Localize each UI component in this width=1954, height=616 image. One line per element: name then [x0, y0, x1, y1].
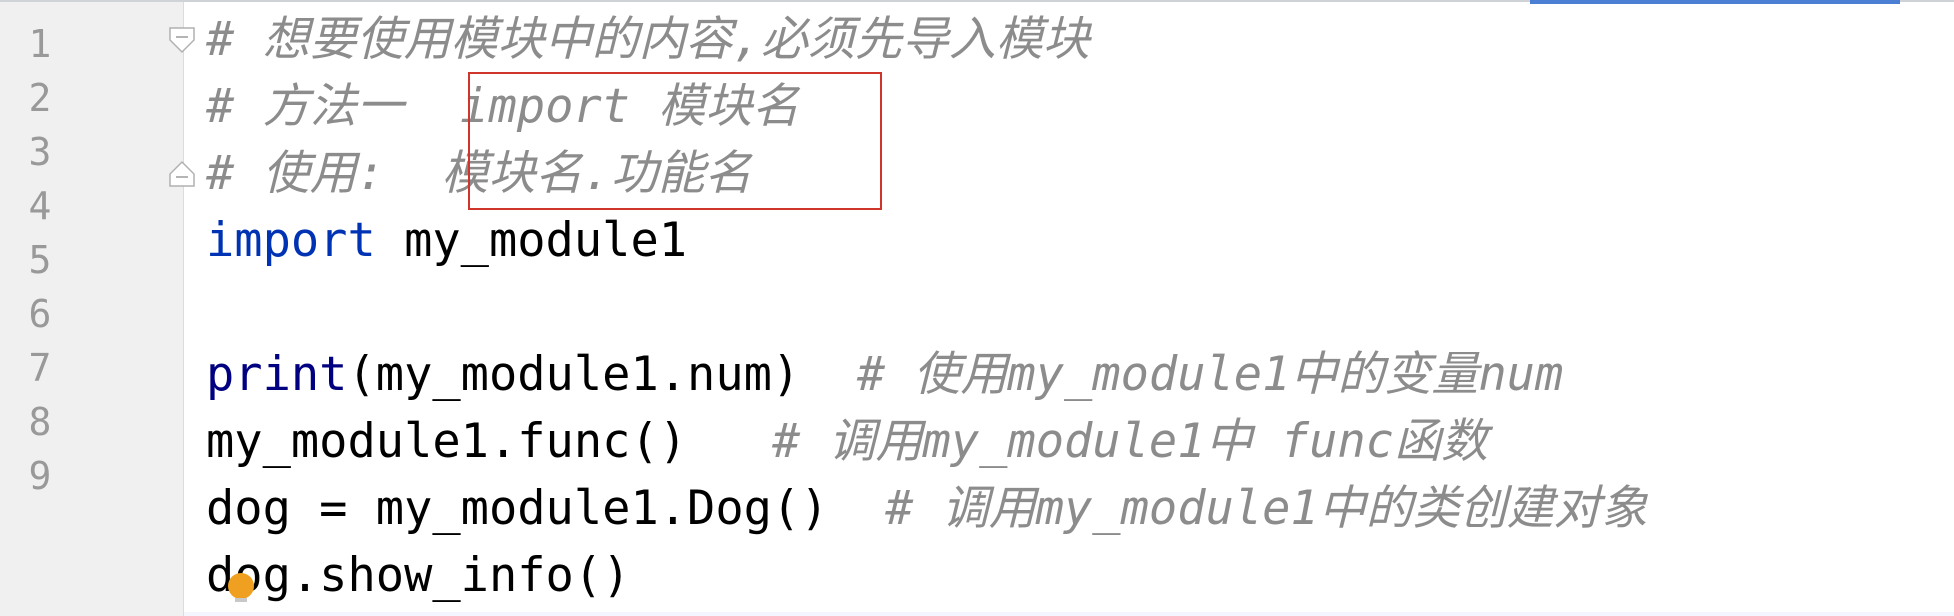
code-builtin: print: [206, 347, 348, 402]
code-editor[interactable]: 1 2 3 4 5 6 7 8 9 # 想要使用模块中的内容,必须先导入模块 #…: [0, 0, 1954, 616]
code-line[interactable]: print(my_module1.num) # 使用my_module1中的变量…: [206, 341, 1563, 409]
code-text: my_module1: [375, 213, 688, 268]
lightbulb-icon[interactable]: [228, 573, 254, 599]
fold-marker-icon[interactable]: [168, 160, 196, 188]
code-line[interactable]: import my_module1: [206, 207, 687, 275]
current-line-strip: [184, 612, 1954, 616]
scroll-position-indicator[interactable]: [1530, 0, 1900, 4]
line-number: 9: [28, 454, 52, 498]
code-comment: # 调用my_module1中的类创建对象: [885, 481, 1648, 536]
code-keyword: import: [206, 213, 376, 268]
fold-marker-icon[interactable]: [168, 26, 196, 54]
code-comment: # 调用my_module1中 func函数: [771, 414, 1488, 469]
code-comment: # 想要使用模块中的内容,必须先导入模块: [206, 12, 1090, 67]
code-comment: # 使用my_module1中的变量num: [856, 347, 1564, 402]
line-number-gutter: 1 2 3 4 5 6 7 8 9: [0, 2, 184, 616]
code-line[interactable]: dog = my_module1.Dog() # 调用my_module1中的类…: [206, 475, 1648, 543]
annotation-highlight-box: [468, 72, 882, 210]
code-text: dog = my_module1.Dog(): [206, 481, 886, 536]
code-text: dog.show_info(): [206, 548, 631, 603]
code-line[interactable]: dog.show_info(): [206, 542, 630, 610]
code-line[interactable]: my_module1.func() # 调用my_module1中 func函数: [206, 408, 1488, 476]
code-text: (my_module1.num): [347, 347, 857, 402]
code-line[interactable]: # 想要使用模块中的内容,必须先导入模块: [206, 6, 1090, 74]
lightbulb-base: [235, 598, 247, 602]
code-text: my_module1.func(): [206, 414, 772, 469]
